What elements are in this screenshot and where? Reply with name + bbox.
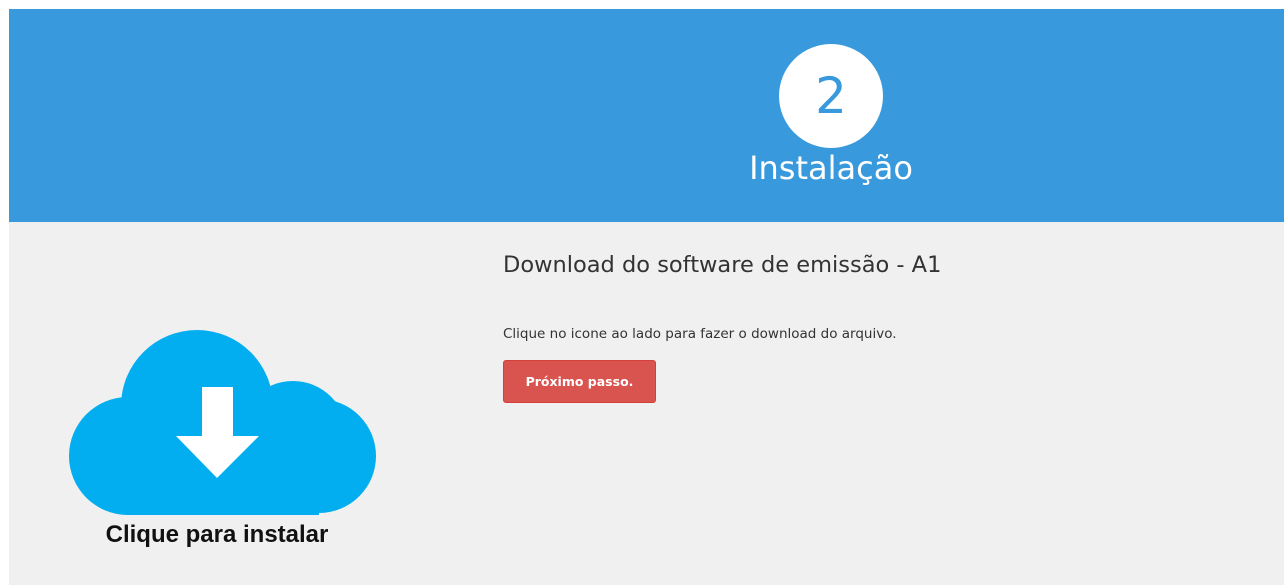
install-download-link[interactable]: Clique para instalar: [57, 328, 377, 568]
content-panel: Clique para instalar Download do softwar…: [9, 222, 1284, 585]
page: 2 Instalação Clique para instalar Downlo…: [0, 0, 1284, 585]
instruction-text: Clique no icone ao lado para fazer o dow…: [503, 326, 897, 342]
next-step-button[interactable]: Próximo passo.: [503, 360, 656, 403]
step-header: 2 Instalação: [9, 9, 1284, 222]
step-title: Instalação: [749, 149, 913, 187]
install-label[interactable]: Clique para instalar: [57, 521, 377, 549]
cloud-download-icon[interactable]: [57, 328, 377, 518]
step-number: 2: [815, 67, 847, 125]
step-number-badge: 2: [779, 44, 883, 148]
section-title: Download do software de emissão - A1: [503, 252, 942, 278]
